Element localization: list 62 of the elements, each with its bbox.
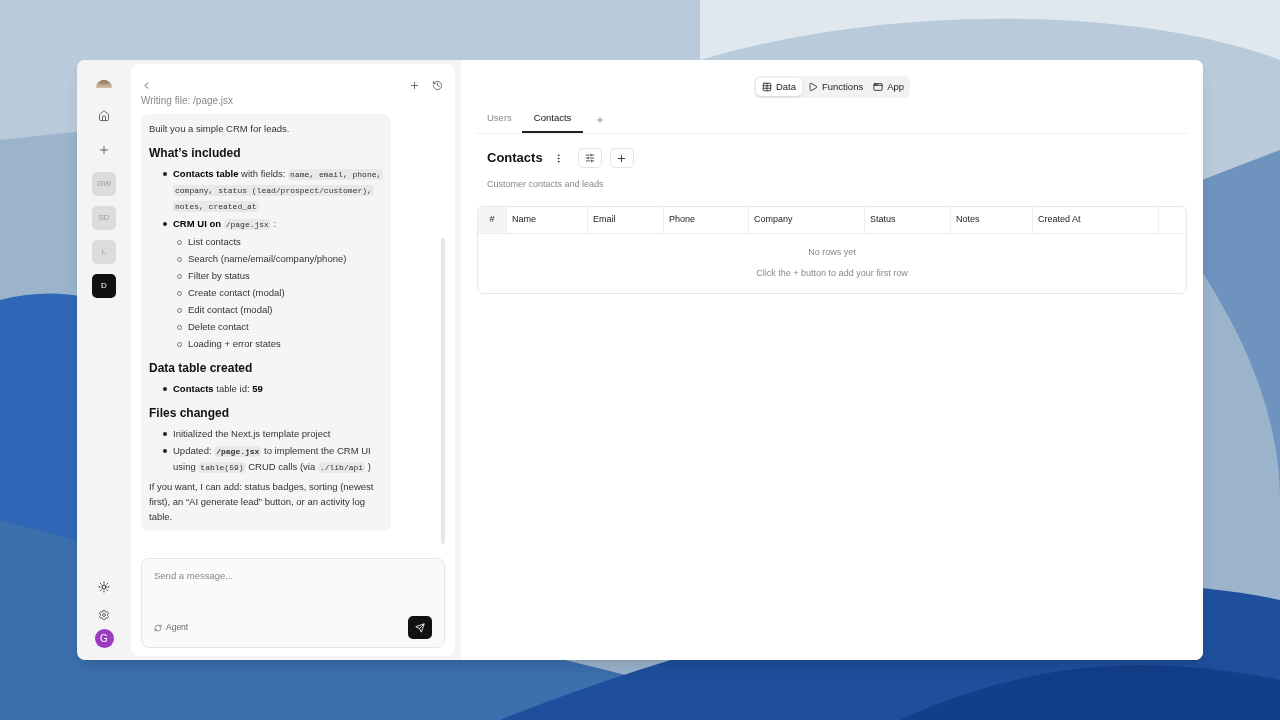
message-paragraph: If you want, I can add: status badges, sorting (newest first), an “AI generate lead” button, or an activity log table. [149, 480, 375, 524]
section-heading: Files changed [149, 405, 231, 422]
refresh-icon [154, 623, 162, 632]
list-item-text: CRM UI on /page.jsx : [173, 217, 277, 232]
column-header: Company [749, 206, 865, 233]
list-item-text: Updated: /page.jsx to implement the CRM UI using table(59) CRUD calls (via ./lib/api ) [173, 444, 372, 475]
list-item-text: Create contact (modal) [188, 286, 285, 300]
section-heading: Data table created [149, 360, 254, 377]
list-item-text: Search (name/email/company/phone) [188, 252, 347, 266]
table-icon [761, 82, 772, 92]
logo-icon [96, 80, 112, 88]
sliders-icon [584, 153, 595, 163]
add-row-button[interactable] [609, 148, 634, 168]
column-header: Name [507, 206, 588, 233]
table-tab[interactable]: Contacts [521, 106, 584, 133]
send-button[interactable] [408, 616, 432, 639]
list-item-text: Initialized the Next.js template project [173, 427, 331, 441]
view-tab[interactable]: App [869, 78, 909, 96]
column-header: Email [588, 206, 664, 233]
window-icon [873, 82, 884, 92]
agent-mode-button[interactable]: Agent [154, 621, 189, 634]
list-item-text: Edit contact (modal) [188, 303, 273, 317]
section-heading: What’s included [149, 145, 242, 162]
play-icon [808, 82, 818, 92]
list-item-text: List contacts [188, 235, 241, 249]
bullet-icon [163, 387, 167, 391]
message-input[interactable]: Send a message... [154, 569, 432, 584]
settings-button[interactable] [98, 609, 110, 621]
filter-button[interactable] [577, 148, 602, 168]
column-header: # [478, 206, 507, 233]
message-paragraph: Built you a simple CRM for leads. [149, 122, 291, 136]
view-tab[interactable]: Data [755, 78, 802, 96]
workspace-button[interactable]: D [92, 274, 116, 298]
bullet-icon [163, 222, 167, 226]
empty-title: No rows yet [808, 245, 856, 259]
empty-hint: Click the + button to add your first row [756, 267, 908, 280]
bullet-icon [163, 449, 167, 453]
writing-status: Writing file: /page.jsx [141, 94, 235, 108]
list-item-text: Contacts table with fields: name, email, phone, company, status (lead/prospect/customer), notes, created_at [173, 167, 384, 214]
new-chat-button[interactable] [409, 80, 420, 91]
user-avatar[interactable]: G [94, 629, 114, 648]
plus-icon [616, 152, 628, 164]
add-button[interactable] [98, 144, 110, 156]
list-item-text: Loading + error states [188, 337, 281, 351]
column-header: Phone [664, 206, 749, 233]
column-header: Status [865, 206, 951, 233]
table-tab[interactable]: Users [477, 106, 522, 133]
history-button[interactable] [432, 80, 443, 91]
view-tab[interactable]: Functions [804, 78, 868, 96]
home-button[interactable] [98, 110, 110, 122]
list-item-text: Contacts table id: 59 [173, 382, 263, 396]
theme-sun-button[interactable] [98, 581, 110, 593]
send-icon [415, 622, 425, 633]
column-header: Created At [1033, 206, 1159, 233]
plus-icon [595, 114, 606, 125]
list-item-text: Filter by status [188, 269, 250, 283]
bullet-icon [163, 432, 167, 436]
column-header: Notes [951, 206, 1033, 233]
table-title: Contacts [487, 149, 543, 168]
bullet-icon [163, 172, 167, 176]
list-item-text: Delete contact [188, 320, 249, 334]
table-subtitle: Customer contacts and leads [486, 178, 605, 191]
